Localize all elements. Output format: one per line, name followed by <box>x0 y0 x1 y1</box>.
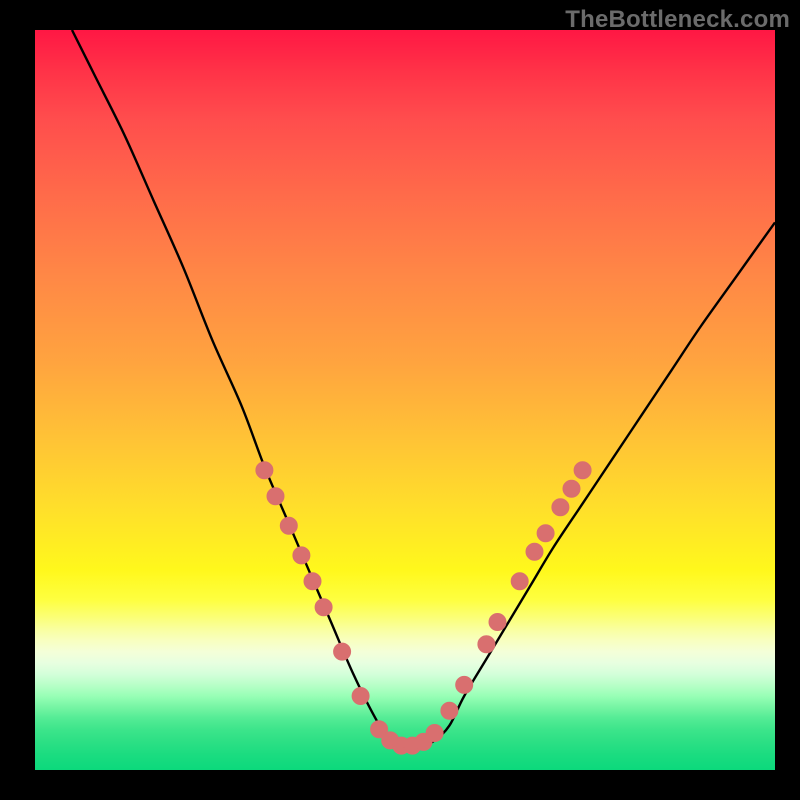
curve-marker <box>315 599 332 616</box>
curve-marker <box>537 525 554 542</box>
curve-marker <box>511 573 528 590</box>
curve-marker <box>456 676 473 693</box>
curve-marker <box>267 488 284 505</box>
curve-marker <box>574 462 591 479</box>
chart-frame: TheBottleneck.com <box>0 0 800 800</box>
curve-marker <box>526 543 543 560</box>
curve-marker <box>489 614 506 631</box>
curve-marker <box>441 702 458 719</box>
curve-marker <box>256 462 273 479</box>
curve-marker <box>293 547 310 564</box>
curve-marker <box>352 688 369 705</box>
curve-marker <box>334 643 351 660</box>
curve-marker <box>304 573 321 590</box>
curve-marker <box>563 480 580 497</box>
curve-marker <box>552 499 569 516</box>
curve-svg <box>35 30 775 770</box>
watermark-text: TheBottleneck.com <box>565 6 790 34</box>
plot-area <box>35 30 775 770</box>
curve-markers <box>256 462 591 754</box>
curve-marker <box>280 517 297 534</box>
bottleneck-curve <box>72 30 775 749</box>
curve-marker <box>426 725 443 742</box>
curve-marker <box>478 636 495 653</box>
